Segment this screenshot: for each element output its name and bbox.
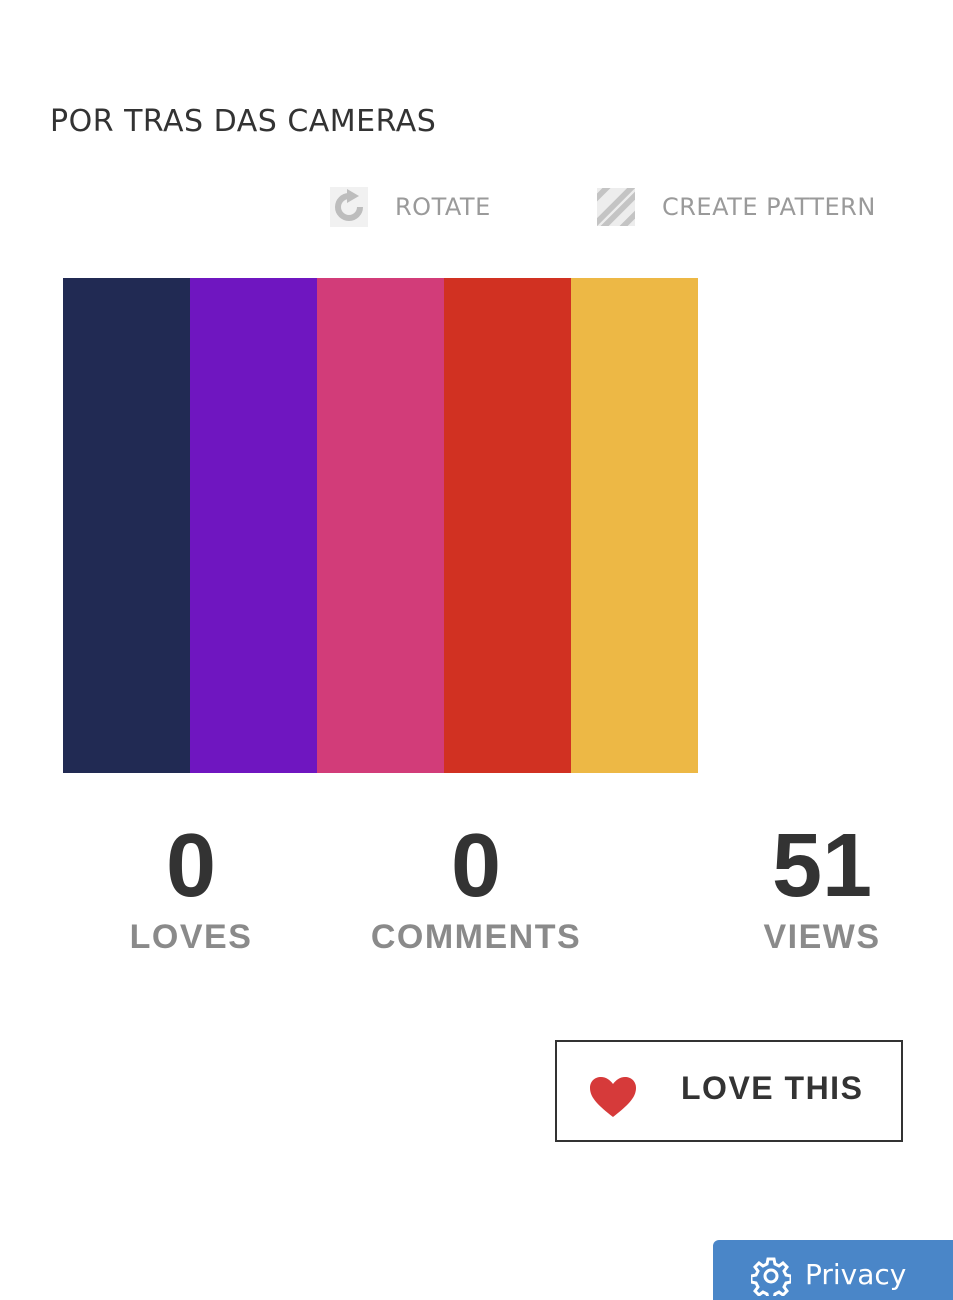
comments-label: COMMENTS bbox=[370, 918, 582, 956]
create-pattern-label: CREATE PATTERN bbox=[662, 193, 876, 221]
comments-count: 0 bbox=[450, 816, 502, 916]
loves-count: 0 bbox=[165, 816, 217, 916]
color-swatch-4[interactable] bbox=[444, 278, 571, 773]
views-label: VIEWS bbox=[763, 918, 881, 956]
gear-icon bbox=[751, 1257, 791, 1296]
color-palette[interactable] bbox=[63, 278, 698, 773]
color-swatch-1[interactable] bbox=[63, 278, 190, 773]
create-pattern-button[interactable]: CREATE PATTERN bbox=[597, 186, 876, 228]
loves-stat: 0 LOVES bbox=[130, 818, 253, 957]
comments-stat[interactable]: 0 COMMENTS bbox=[371, 818, 581, 957]
views-stat: 51 VIEWS bbox=[763, 818, 880, 957]
color-swatch-2[interactable] bbox=[190, 278, 317, 773]
views-count: 51 bbox=[771, 816, 873, 916]
rotate-button[interactable]: ROTATE bbox=[330, 186, 491, 228]
love-this-label: LOVE THIS bbox=[681, 1070, 864, 1106]
rotate-label: ROTATE bbox=[395, 193, 491, 221]
privacy-label: Privacy bbox=[805, 1258, 907, 1291]
palette-title: POR TRAS DAS CAMERAS bbox=[50, 104, 437, 139]
rotate-icon bbox=[330, 187, 368, 227]
love-this-button[interactable]: LOVE THIS bbox=[555, 1040, 903, 1142]
privacy-button[interactable]: Privacy bbox=[713, 1240, 953, 1300]
pattern-icon bbox=[597, 188, 635, 226]
loves-label: LOVES bbox=[129, 918, 253, 956]
color-swatch-5[interactable] bbox=[571, 278, 698, 773]
color-swatch-3[interactable] bbox=[317, 278, 444, 773]
heart-icon bbox=[590, 1077, 636, 1117]
